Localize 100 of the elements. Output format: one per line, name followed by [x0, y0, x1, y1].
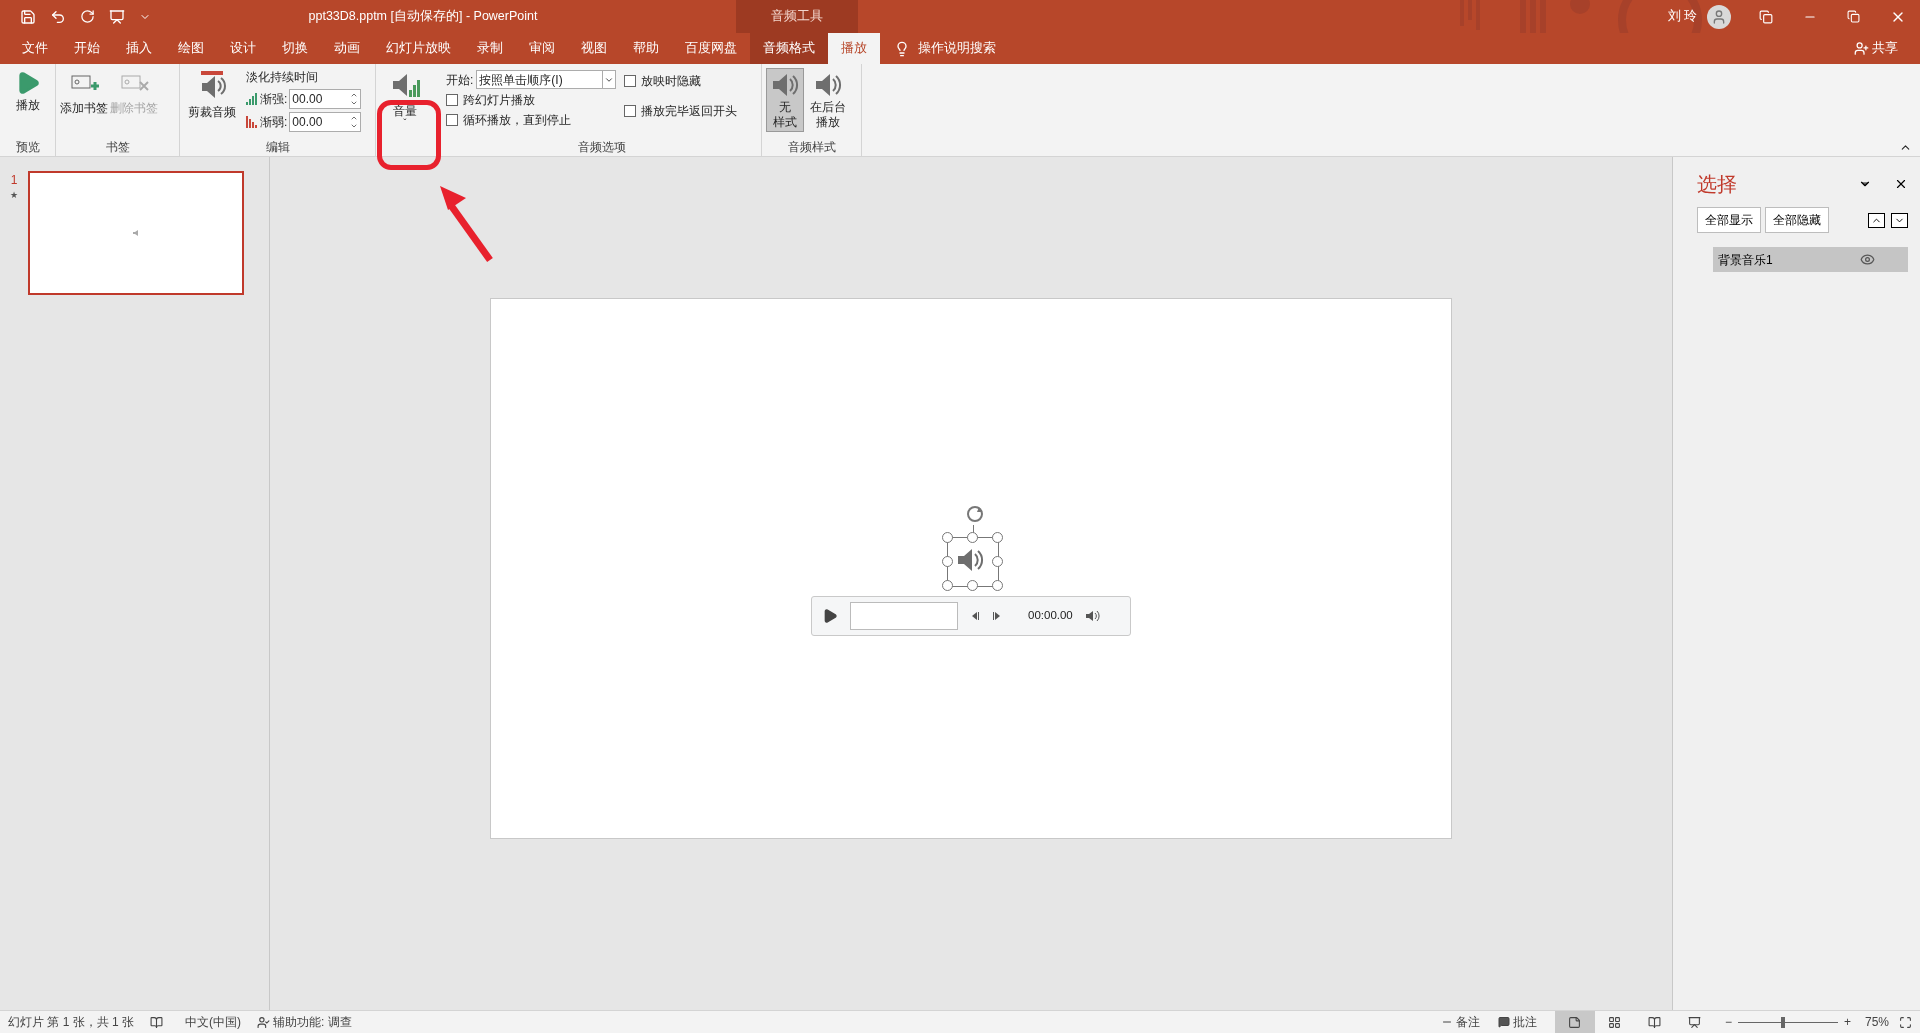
comment-icon: [1497, 1016, 1510, 1028]
selection-item[interactable]: 背景音乐1: [1713, 247, 1908, 272]
checkbox[interactable]: [446, 94, 458, 106]
group-label: 预览: [14, 140, 41, 155]
save-icon[interactable]: [20, 8, 36, 25]
send-backward-button[interactable]: [1891, 212, 1908, 228]
view-button[interactable]: [1554, 1011, 1595, 1033]
checkbox-label: 播放完毕返回开头: [641, 103, 738, 120]
play-icon[interactable]: [822, 608, 838, 624]
ribbon-tab[interactable]: 开始: [61, 33, 113, 64]
checkbox-label: 放映时隐藏: [641, 73, 702, 90]
resize-handle[interactable]: [967, 532, 978, 543]
pane-button[interactable]: 全部显示: [1697, 207, 1761, 233]
volume-button[interactable]: 音量 ˇ: [390, 70, 420, 128]
spelling-icon[interactable]: [150, 1015, 164, 1029]
resize-handle[interactable]: [992, 580, 1003, 591]
view-icon: [1568, 1015, 1582, 1029]
checkbox[interactable]: [446, 114, 458, 126]
ribbon-tab[interactable]: 插入: [113, 33, 165, 64]
ribbon-tab[interactable]: 视图: [568, 33, 620, 64]
playback-time: 00:00.00: [1028, 608, 1073, 624]
view-icon: [1688, 1015, 1702, 1029]
skip-back-icon[interactable]: [970, 611, 980, 621]
close-pane-icon[interactable]: [1894, 177, 1908, 191]
duration-spinner[interactable]: 00.00: [289, 112, 362, 132]
audio-style-button[interactable]: 在后台 播放: [806, 68, 850, 132]
skip-forward-icon[interactable]: [992, 611, 1002, 621]
ribbon-display-icon[interactable]: [1759, 9, 1773, 24]
add-bookmark-button[interactable]: 添加书签: [60, 68, 108, 117]
ribbon-tab[interactable]: 文件: [9, 33, 61, 64]
resize-handle[interactable]: [967, 580, 978, 591]
resize-handle[interactable]: [942, 580, 953, 591]
group-label: 音频样式: [786, 140, 837, 155]
slide-number: 1: [10, 172, 18, 189]
zoom-percent[interactable]: 75%: [1864, 1013, 1889, 1031]
speaker-icon: [132, 229, 140, 237]
window-title: ppt33D8.pptm [自动保存的] - PowerPoint: [308, 8, 538, 26]
restore-icon[interactable]: [1847, 10, 1860, 23]
start-dropdown[interactable]: 按照单击顺序(I): [476, 70, 617, 89]
zoom-in-button[interactable]: +: [1843, 1013, 1851, 1031]
share-button[interactable]: 共享: [1854, 33, 1920, 64]
resize-handle[interactable]: [992, 532, 1003, 543]
visibility-icon[interactable]: [1860, 252, 1875, 267]
notes-button[interactable]: 备注: [1440, 1013, 1480, 1031]
animation-mark: ★: [10, 189, 18, 202]
fade-label: 渐强:: [260, 91, 288, 108]
ribbon-tab[interactable]: 绘图: [165, 33, 217, 64]
presentation-icon[interactable]: [109, 8, 125, 25]
ribbon-tab[interactable]: 切换: [269, 33, 321, 64]
trim-audio-button[interactable]: 剪裁音频: [184, 68, 240, 121]
group-label: 编辑: [264, 140, 291, 155]
checkbox[interactable]: [624, 75, 637, 87]
ribbon-tab[interactable]: 帮助: [620, 33, 672, 64]
language-label[interactable]: 中文(中国): [185, 1013, 242, 1031]
fit-slide-icon[interactable]: [1899, 1015, 1912, 1029]
undo-icon[interactable]: [50, 8, 66, 25]
avatar-icon[interactable]: [1707, 4, 1731, 29]
pane-title: 选择: [1697, 172, 1738, 197]
ribbon-tab[interactable]: 动画: [321, 33, 373, 64]
fade-label: 渐弱:: [260, 114, 288, 131]
accessibility-status[interactable]: 辅助功能: 调查: [273, 1013, 352, 1031]
tell-me-search[interactable]: 操作说明搜索: [918, 39, 996, 58]
comments-button[interactable]: 批注: [1497, 1013, 1537, 1031]
ribbon-tab[interactable]: 幻灯片放映: [373, 33, 464, 64]
slide-thumbnail[interactable]: [28, 171, 244, 295]
fade-in-icon: [246, 93, 258, 105]
audio-style-button[interactable]: 无 样式: [766, 68, 804, 132]
user-name: 刘 玲: [1667, 8, 1697, 26]
redo-icon[interactable]: [80, 9, 95, 24]
bring-forward-button[interactable]: [1868, 212, 1885, 228]
accessibility-icon[interactable]: [257, 1015, 271, 1029]
rotate-handle-icon[interactable]: [964, 503, 986, 525]
ribbon-tab[interactable]: 百度网盘: [672, 33, 750, 64]
resize-handle[interactable]: [942, 556, 953, 567]
play-button[interactable]: 播放: [4, 68, 51, 114]
lightbulb-icon: [894, 40, 910, 57]
mute-icon[interactable]: [1084, 610, 1101, 622]
checkbox-label: 跨幻灯片播放: [463, 92, 535, 109]
fade-out-icon: [246, 116, 258, 128]
duration-spinner[interactable]: 00.00: [289, 89, 362, 109]
share-icon: [1854, 41, 1869, 56]
checkbox-label: 循环播放，直到停止: [463, 112, 571, 129]
view-icon: [1648, 1015, 1662, 1029]
resize-handle[interactable]: [942, 532, 953, 543]
resize-handle[interactable]: [992, 556, 1003, 567]
pane-button[interactable]: 全部隐藏: [1765, 207, 1829, 233]
ribbon-tab[interactable]: 音频格式: [750, 33, 828, 64]
zoom-slider[interactable]: [1737, 1016, 1838, 1028]
progress-track[interactable]: [850, 602, 958, 630]
highlight-ring: [377, 100, 441, 170]
ribbon-tab[interactable]: 录制: [464, 33, 516, 64]
group-label: 音频选项: [576, 140, 627, 155]
ribbon-tab[interactable]: 审阅: [516, 33, 568, 64]
group-label: 书签: [104, 140, 131, 155]
zoom-out-button[interactable]: −: [1724, 1013, 1732, 1031]
start-label: 开始:: [446, 71, 474, 89]
checkbox[interactable]: [624, 105, 637, 117]
view-icon: [1608, 1015, 1622, 1029]
ribbon-tab[interactable]: 设计: [217, 33, 269, 64]
ribbon-tab[interactable]: 播放: [828, 33, 880, 64]
